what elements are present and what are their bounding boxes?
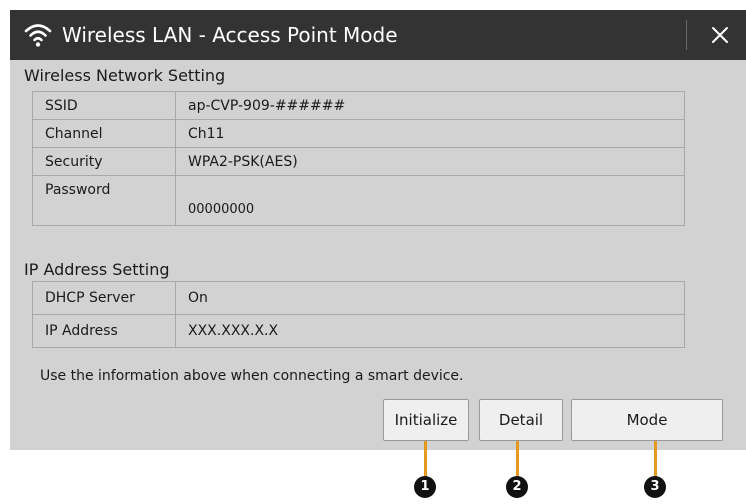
dhcp-server-label: DHCP Server: [32, 281, 176, 315]
table-row: SSID ap-CVP-909-######: [32, 91, 685, 120]
callout-line-2: [516, 441, 519, 479]
info-note: Use the information above when connectin…: [40, 368, 464, 384]
mode-button[interactable]: Mode: [571, 399, 723, 441]
wireless-lan-dialog: Wireless LAN - Access Point Mode Wireles…: [10, 10, 746, 450]
table-row: Channel Ch11: [32, 119, 685, 148]
callout-badge-2: 2: [506, 476, 528, 498]
table-row: Password 00000000: [32, 175, 685, 226]
initialize-button[interactable]: Initialize: [383, 399, 469, 441]
callout-badge-1: 1: [414, 476, 436, 498]
dialog-title: Wireless LAN - Access Point Mode: [62, 23, 398, 47]
title-bar: Wireless LAN - Access Point Mode: [10, 10, 746, 60]
channel-value: Ch11: [175, 119, 685, 148]
callout-badge-3: 3: [644, 476, 666, 498]
close-icon: [712, 27, 728, 43]
dhcp-server-value: On: [175, 281, 685, 315]
channel-label: Channel: [32, 119, 176, 148]
callout-line-1: [424, 441, 427, 479]
ssid-value: ap-CVP-909-######: [175, 91, 685, 120]
wireless-settings-table: SSID ap-CVP-909-###### Channel Ch11 Secu…: [32, 91, 685, 226]
wifi-icon: [24, 22, 52, 48]
security-value: WPA2-PSK(AES): [175, 147, 685, 176]
close-button[interactable]: [700, 18, 740, 52]
ip-address-heading: IP Address Setting: [24, 260, 170, 279]
ip-address-value: XXX.XXX.X.X: [175, 314, 685, 348]
wireless-network-heading: Wireless Network Setting: [24, 66, 226, 85]
table-row: IP Address XXX.XXX.X.X: [32, 314, 685, 348]
ip-address-label: IP Address: [32, 314, 176, 348]
title-divider: [686, 20, 687, 50]
password-label: Password: [32, 175, 176, 226]
detail-button[interactable]: Detail: [479, 399, 563, 441]
table-row: DHCP Server On: [32, 281, 685, 315]
security-label: Security: [32, 147, 176, 176]
ssid-label: SSID: [32, 91, 176, 120]
password-value: 00000000: [175, 175, 685, 226]
callout-line-3: [654, 441, 657, 479]
table-row: Security WPA2-PSK(AES): [32, 147, 685, 176]
ip-settings-table: DHCP Server On IP Address XXX.XXX.X.X: [32, 281, 685, 348]
